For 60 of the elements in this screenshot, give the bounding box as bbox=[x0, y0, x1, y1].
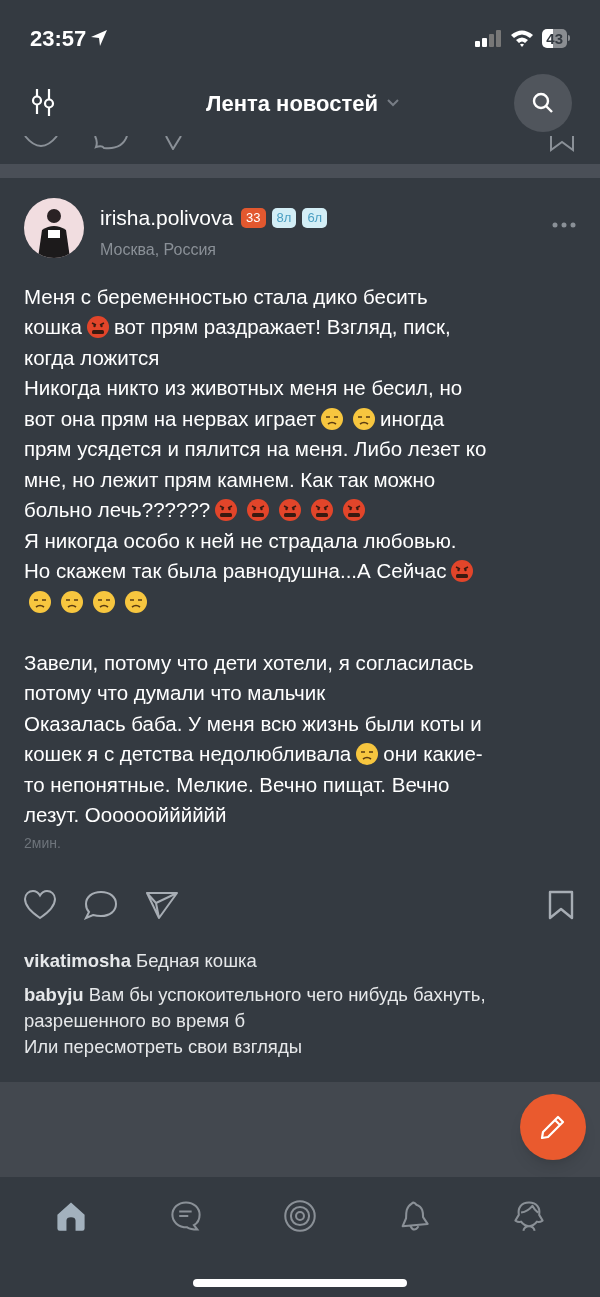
post-location: Москва, Россия bbox=[100, 239, 217, 260]
child-age-badge: 8л bbox=[271, 207, 297, 228]
post-text: лезут. Оооооойййййй bbox=[24, 802, 227, 828]
bookmark-icon[interactable] bbox=[548, 889, 574, 920]
emoji-face-icon bbox=[355, 742, 380, 767]
angry-face-icon bbox=[246, 498, 271, 523]
post-text: вот прям раздражает! Взгляд, писк, bbox=[113, 314, 451, 340]
clock-time: 23:57 bbox=[30, 24, 87, 53]
post-text: иногда bbox=[380, 405, 445, 432]
post-time: 2мин. bbox=[24, 833, 62, 853]
post-text: Я никогда особо к ней не страдала любовью. bbox=[24, 527, 457, 554]
post-text: потому что думали что мальчик bbox=[24, 680, 326, 706]
angry-face-icon bbox=[85, 315, 110, 340]
post-text: Никогда никто из животных меня не бесил, но bbox=[24, 375, 463, 401]
emoji-face-icon bbox=[320, 406, 345, 431]
child-age-badge: 6л bbox=[302, 207, 328, 228]
post-text: они какие- bbox=[383, 741, 483, 767]
bookmark-icon[interactable] bbox=[548, 136, 576, 152]
post-text: Оказалась баба. У меня всю жизнь были коты и bbox=[24, 710, 482, 737]
heart-icon[interactable] bbox=[24, 889, 56, 920]
avatar[interactable] bbox=[24, 198, 84, 258]
post-text: то непонятные. Мелкие. Вечно пищат. Вечно bbox=[24, 771, 450, 798]
comment-icon[interactable] bbox=[94, 136, 128, 150]
target-icon[interactable] bbox=[282, 1199, 317, 1233]
post-text: мне, но лежит прям камнем. Как так можно bbox=[24, 466, 436, 493]
angry-face-icon bbox=[310, 498, 335, 523]
wifi-icon bbox=[510, 29, 535, 47]
profile-icon[interactable] bbox=[511, 1199, 546, 1233]
more-options-icon[interactable] bbox=[552, 222, 576, 228]
post-text: Завели, потому что дети хотели, я согласилась bbox=[24, 649, 474, 676]
post-text: Меня с беременностью стала дико бесить bbox=[24, 283, 428, 310]
post-text: когда ложится bbox=[24, 344, 160, 371]
post-text: прям усядется и пялится на меня. Либо лезет ко bbox=[24, 436, 487, 462]
chat-icon[interactable] bbox=[168, 1199, 203, 1233]
emoji-face-icon bbox=[124, 589, 148, 614]
signal-icon bbox=[475, 29, 503, 47]
post-text: больно лечь?????? bbox=[24, 497, 211, 523]
feed-title[interactable]: Лента новостей bbox=[206, 86, 378, 120]
location-arrow-icon bbox=[90, 29, 109, 47]
emoji-face-icon bbox=[60, 589, 84, 614]
comment: babyju Вам бы успокоительного чего нибудь бахнуть, разрешенного во время б Или пересмотреть свои взгляды bbox=[24, 982, 487, 1059]
angry-face-icon bbox=[214, 498, 239, 523]
emoji-face-icon bbox=[28, 589, 52, 614]
emoji-face-icon bbox=[352, 406, 377, 431]
angry-face-icon bbox=[278, 498, 303, 523]
username[interactable]: irisha.polivova bbox=[100, 202, 234, 234]
post-text: вот она прям на нервах играет bbox=[24, 405, 317, 432]
post-text: Но скажем так была равнодушна...А Сейчас bbox=[24, 558, 447, 584]
emoji-face-icon bbox=[92, 589, 116, 614]
chevron-down-icon[interactable] bbox=[386, 98, 400, 108]
post-text: кошка bbox=[24, 314, 82, 340]
post-text: кошек я с детства недолюбливала bbox=[24, 741, 352, 767]
comment-icon[interactable] bbox=[84, 889, 118, 920]
angry-face-icon bbox=[450, 559, 475, 584]
comment: vikatimosha Бедная кошка bbox=[24, 948, 258, 973]
send-icon[interactable] bbox=[146, 890, 178, 919]
send-icon[interactable] bbox=[164, 136, 184, 150]
search-icon bbox=[531, 91, 555, 115]
angry-face-icon bbox=[342, 498, 367, 523]
age-badge: 33 bbox=[241, 207, 266, 228]
